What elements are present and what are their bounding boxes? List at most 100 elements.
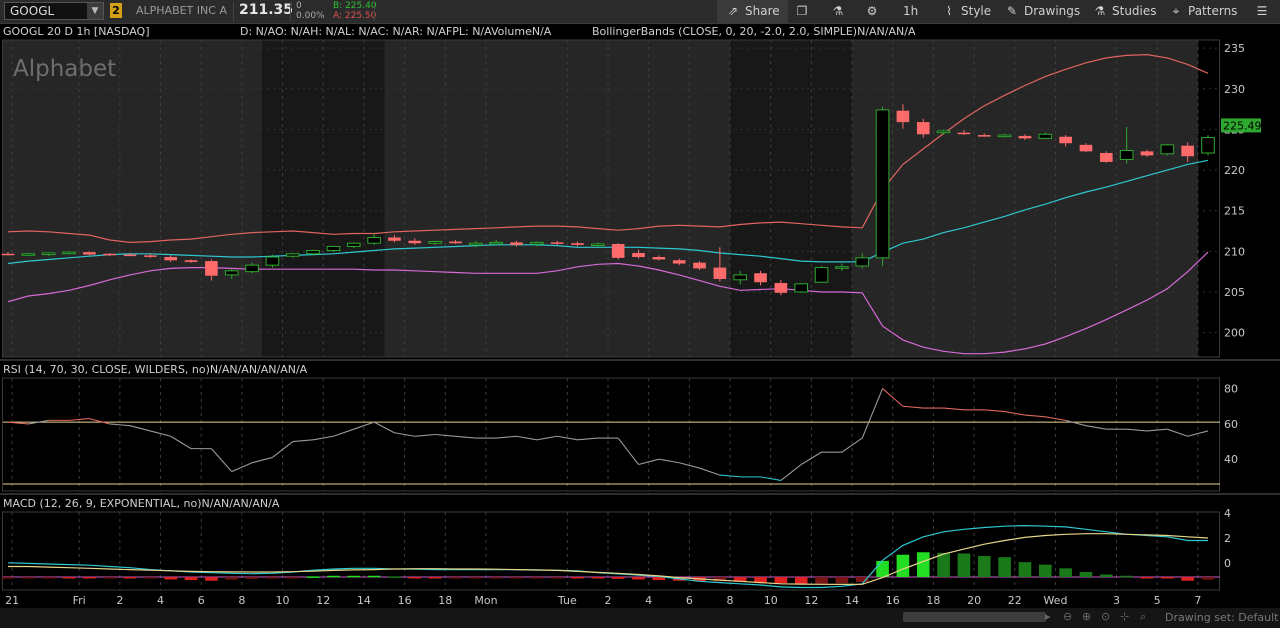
- candle-body: [774, 283, 788, 293]
- macd-histogram-bar: [1079, 572, 1093, 577]
- macd-histogram-bar: [916, 552, 930, 577]
- candle-body: [1059, 136, 1072, 144]
- macd-histogram-bar: [22, 577, 35, 579]
- macd-histogram-bar: [489, 577, 503, 579]
- rsi-tick-label: 60: [1224, 418, 1238, 431]
- scroll-right-icon[interactable]: ▸: [1045, 610, 1051, 623]
- candle-body: [326, 245, 341, 252]
- macd-histogram-bar: [774, 577, 788, 584]
- macd-histogram-bar: [794, 577, 808, 584]
- x-tick-label: 14: [357, 594, 371, 607]
- macd-histogram-bar: [367, 575, 381, 578]
- macd-histogram-bar: [327, 575, 340, 578]
- x-tick-label: 16: [886, 594, 900, 607]
- chart-canvas[interactable]: 21 Fri 2 4 6 8 10 12 14 16 18 Mon Tue 2 4 6 8 10 12 14 16 18 2…: [0, 0, 1280, 628]
- candle-body: [1079, 144, 1093, 152]
- candle-body: [245, 264, 259, 273]
- macd-histogram-bar: [449, 577, 462, 579]
- candle-body: [510, 242, 523, 245]
- macd-histogram-bar: [205, 577, 218, 581]
- candle-body: [530, 241, 544, 245]
- x-tick-label: 10: [764, 594, 778, 607]
- candle-body: [428, 241, 442, 244]
- candle-body: [896, 110, 910, 123]
- drawing-set-label: Drawing set: Default: [1165, 611, 1279, 624]
- last-price-tag: 225.49: [1223, 119, 1262, 132]
- company-watermark: Alphabet: [13, 56, 117, 82]
- macd-tick-label: 4: [1224, 507, 1231, 520]
- candle-body: [835, 266, 849, 269]
- x-tick-label: 14: [845, 594, 859, 607]
- candle-body: [672, 260, 686, 264]
- x-tick-label: 16: [398, 594, 412, 607]
- session-shade: [852, 40, 1198, 357]
- x-tick-label: 6: [198, 594, 205, 607]
- candle-body: [550, 242, 564, 244]
- zoom-fit-icon[interactable]: ⊙: [1101, 610, 1110, 623]
- candle-body: [224, 270, 239, 276]
- candle-body: [489, 241, 503, 245]
- macd-histogram-bar: [225, 577, 239, 580]
- macd-histogram-bar: [611, 577, 625, 579]
- candle-body: [103, 253, 116, 256]
- price-tick-label: 220: [1224, 164, 1245, 177]
- candle-body: [632, 252, 645, 258]
- candle-body: [184, 260, 198, 262]
- candle-body: [468, 242, 483, 246]
- time-scrollbar[interactable]: [903, 612, 1046, 622]
- x-tick-label: 21: [5, 594, 19, 607]
- macd-histogram-bar: [42, 577, 55, 579]
- price-tick-label: 200: [1224, 327, 1245, 340]
- crosshair-icon[interactable]: ⊹: [1120, 610, 1129, 623]
- session-shade: [262, 40, 385, 357]
- x-tick-label: 2: [605, 594, 612, 607]
- macd-histogram-bar: [428, 577, 442, 579]
- macd-histogram-bar: [123, 577, 137, 579]
- x-tick-label: Wed: [1043, 594, 1067, 607]
- macd-histogram-bar: [998, 557, 1011, 577]
- macd-histogram-bar: [266, 577, 279, 579]
- candle-body: [1181, 145, 1194, 157]
- zoom-in-icon[interactable]: ⊕: [1082, 610, 1091, 623]
- macd-histogram-bar: [347, 575, 361, 578]
- x-tick-label: 7: [1194, 594, 1201, 607]
- macd-histogram-bar: [1201, 577, 1215, 580]
- candle-body: [123, 254, 137, 257]
- x-tick-label: 12: [316, 594, 330, 607]
- macd-histogram-bar: [977, 555, 991, 577]
- zoom-out-icon[interactable]: ⊖: [1063, 610, 1072, 623]
- price-tick-label: 215: [1224, 205, 1245, 218]
- price-tick-label: 210: [1224, 245, 1245, 258]
- candle-body: [83, 252, 96, 255]
- candle-body: [693, 262, 706, 269]
- magnifier-icon[interactable]: ⌕: [1140, 610, 1146, 624]
- macd-histogram-bar: [896, 554, 910, 577]
- candle-body: [1100, 152, 1113, 162]
- macd-histogram-bar: [83, 577, 96, 579]
- candle-body: [591, 243, 605, 247]
- candle-body: [41, 252, 56, 256]
- candle-body: [916, 122, 930, 135]
- candle-body: [346, 242, 361, 247]
- candle-body: [875, 109, 890, 259]
- candle-body: [265, 256, 280, 266]
- macd-histogram-bar: [591, 577, 605, 579]
- candle-body: [1, 253, 15, 256]
- rsi-tick-label: 80: [1224, 383, 1238, 396]
- candle-body: [449, 241, 462, 244]
- candle-body: [408, 240, 422, 244]
- macd-histogram-bar: [571, 577, 584, 579]
- x-tick-label: 10: [276, 594, 290, 607]
- study-info: BollingerBands (CLOSE, 0, 20, -2.0, 2.0,…: [592, 25, 916, 38]
- macd-tick-label: 0: [1224, 557, 1231, 570]
- x-tick-label: 12: [804, 594, 818, 607]
- rsi-tick-label: 40: [1224, 453, 1238, 466]
- candle-body: [62, 251, 76, 255]
- macd-histogram-bar: [1181, 577, 1194, 581]
- macd-histogram-bar: [62, 577, 76, 579]
- session-shade: [384, 40, 731, 357]
- price-tick-label: 205: [1224, 286, 1245, 299]
- candle-body: [1018, 135, 1032, 139]
- x-tick-label: 2: [116, 594, 123, 607]
- x-tick-label: Fri: [73, 594, 86, 607]
